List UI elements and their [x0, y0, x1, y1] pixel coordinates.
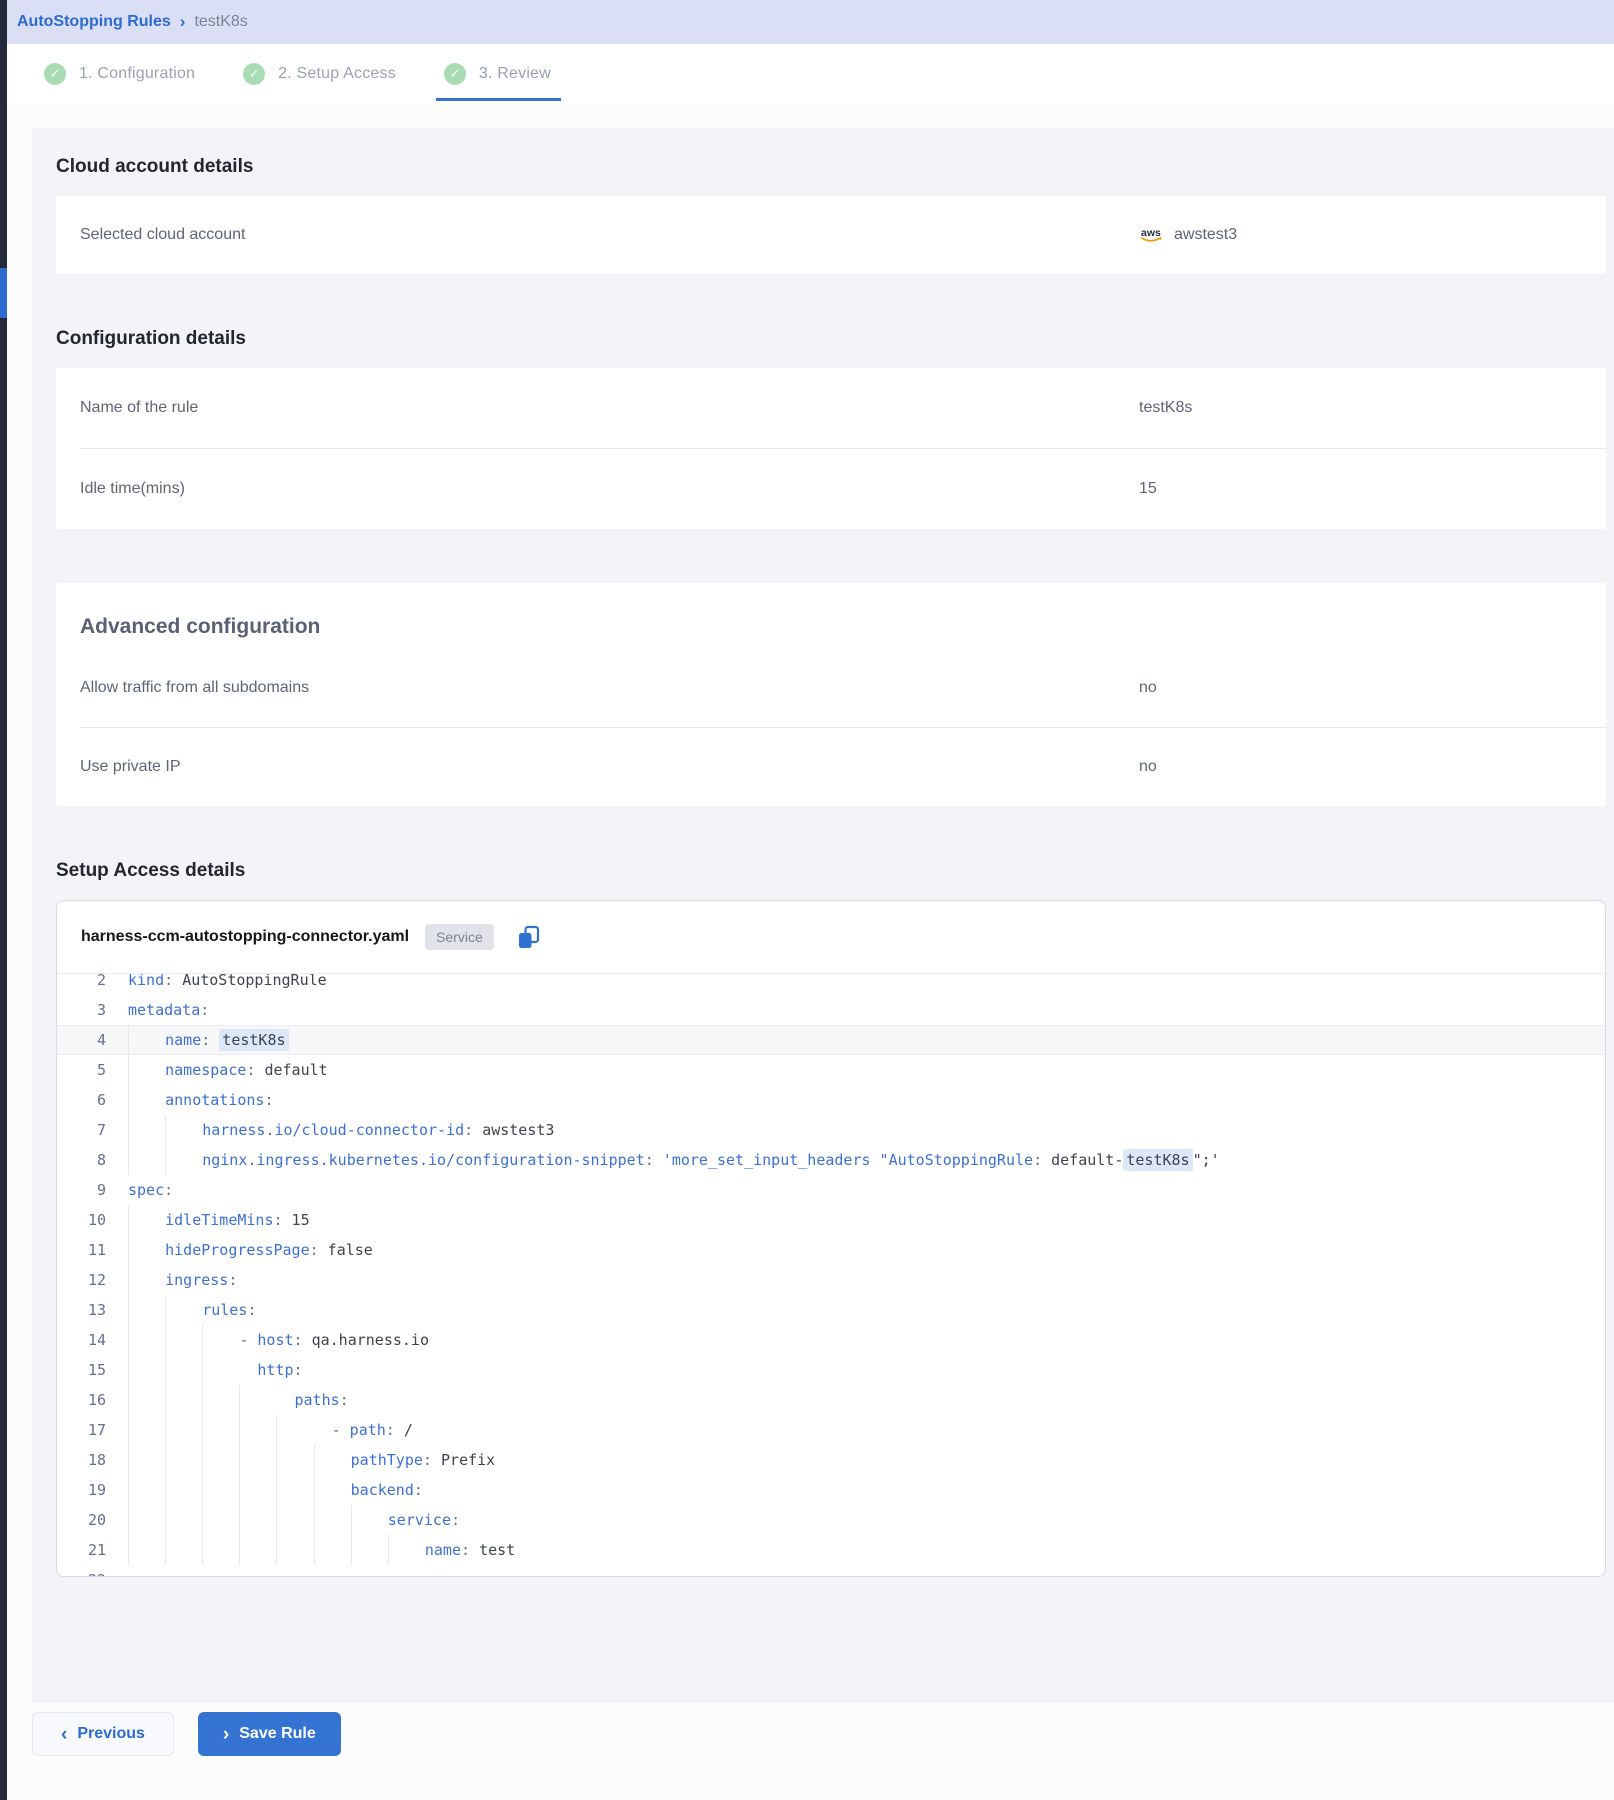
code-line: 14- host: qa.harness.io — [57, 1325, 1605, 1355]
row-value: no — [1139, 679, 1157, 697]
aws-logo-icon: aws — [1139, 226, 1166, 244]
code-line: 12ingress: — [57, 1265, 1605, 1295]
copy-button[interactable] — [516, 924, 541, 951]
code-lines: 2kind: AutoStoppingRule3metadata:4name: … — [57, 974, 1605, 1576]
row-value: no — [1139, 758, 1157, 776]
configuration-card: Name of the rule testK8s Idle time(mins)… — [56, 368, 1606, 529]
chevron-left-icon: ‹ — [61, 1725, 67, 1744]
breadcrumb: AutoStopping Rules › testK8s — [0, 0, 1614, 44]
code-line: 17 - path: / — [57, 1415, 1605, 1445]
check-circle-icon: ✓ — [444, 63, 466, 85]
step-review[interactable]: ✓ 3. Review — [444, 63, 551, 85]
row-value: 15 — [1139, 480, 1157, 498]
code-line: 21name: test — [57, 1535, 1605, 1565]
row-label: Selected cloud account — [56, 226, 1139, 244]
code-line: 22 — [57, 1565, 1605, 1576]
code-line: 16 paths: — [57, 1385, 1605, 1415]
step-configuration[interactable]: ✓ 1. Configuration — [44, 63, 195, 85]
save-rule-button-label: Save Rule — [239, 1725, 315, 1743]
review-panel: Cloud account details Selected cloud acc… — [32, 128, 1614, 1703]
row-value: aws awstest3 — [1139, 226, 1606, 244]
table-row: Name of the rule testK8s — [56, 368, 1606, 448]
service-badge: Service — [425, 924, 494, 950]
code-line: 7harness.io/cloud-connector-id: awstest3 — [57, 1115, 1605, 1145]
breadcrumb-root-link[interactable]: AutoStopping Rules — [17, 13, 171, 31]
row-label: Name of the rule — [56, 399, 1139, 417]
code-line: 11hideProgressPage: false — [57, 1235, 1605, 1265]
check-circle-icon: ✓ — [44, 63, 66, 85]
yaml-card: harness-ccm-autostopping-connector.yaml … — [56, 900, 1606, 1577]
wizard-stepper: ✓ 1. Configuration ✓ 2. Setup Access ✓ 3… — [0, 44, 1614, 104]
row-label: Idle time(mins) — [56, 480, 1139, 498]
table-row: Selected cloud account aws awstest3 — [56, 196, 1606, 274]
code-line: 19backend: — [57, 1475, 1605, 1505]
svg-text:aws: aws — [1141, 227, 1161, 239]
table-row: Idle time(mins) 15 — [56, 449, 1606, 529]
yaml-card-header: harness-ccm-autostopping-connector.yaml … — [57, 901, 1605, 974]
code-line: 9spec: — [57, 1175, 1605, 1205]
cloud-account-name: awstest3 — [1174, 226, 1237, 244]
step-setup-access[interactable]: ✓ 2. Setup Access — [243, 63, 396, 85]
save-rule-button[interactable]: › Save Rule — [198, 1712, 341, 1756]
chevron-right-icon: › — [180, 12, 186, 32]
code-line: 3metadata: — [57, 995, 1605, 1025]
row-value: testK8s — [1139, 399, 1192, 417]
step-label: 2. Setup Access — [278, 65, 396, 83]
sidebar-scroll-thumb[interactable] — [0, 268, 7, 318]
section-heading-setup-access: Setup Access details — [56, 860, 1606, 882]
section-heading-configuration: Configuration details — [56, 328, 1606, 350]
table-row: Use private IP no — [56, 728, 1606, 806]
yaml-file-name: harness-ccm-autostopping-connector.yaml — [81, 928, 409, 946]
code-line: 18pathType: Prefix — [57, 1445, 1605, 1475]
check-circle-icon: ✓ — [243, 63, 265, 85]
code-line: 4name: testK8s — [57, 1025, 1605, 1055]
breadcrumb-current: testK8s — [194, 13, 247, 31]
footer-actions: ‹ Previous › Save Rule — [0, 1703, 1614, 1756]
section-heading-cloud: Cloud account details — [56, 156, 1606, 178]
code-line: 5namespace: default — [57, 1055, 1605, 1085]
section-heading-advanced: Advanced configuration — [56, 615, 1606, 639]
sidebar-edge — [0, 0, 7, 1800]
row-label: Use private IP — [56, 758, 1139, 776]
table-row: Allow traffic from all subdomains no — [56, 649, 1606, 727]
code-line: 6annotations: — [57, 1085, 1605, 1115]
code-line: 10idleTimeMins: 15 — [57, 1205, 1605, 1235]
row-label: Allow traffic from all subdomains — [56, 679, 1139, 697]
code-line: 13rules: — [57, 1295, 1605, 1325]
code-line: 15 http: — [57, 1355, 1605, 1385]
advanced-configuration-card: Advanced configuration Allow traffic fro… — [56, 583, 1606, 806]
code-line: 2kind: AutoStoppingRule — [57, 974, 1605, 995]
code-line: 20service: — [57, 1505, 1605, 1535]
code-line: 8nginx.ingress.kubernetes.io/configurati… — [57, 1145, 1605, 1175]
cloud-account-card: Selected cloud account aws awstest3 — [56, 196, 1606, 274]
yaml-editor[interactable]: 2kind: AutoStoppingRule3metadata:4name: … — [57, 974, 1605, 1576]
previous-button-label: Previous — [77, 1725, 145, 1743]
chevron-right-icon: › — [223, 1725, 229, 1744]
step-label: 3. Review — [479, 65, 551, 83]
previous-button[interactable]: ‹ Previous — [32, 1712, 174, 1756]
copy-icon — [516, 924, 541, 951]
step-label: 1. Configuration — [79, 65, 195, 83]
